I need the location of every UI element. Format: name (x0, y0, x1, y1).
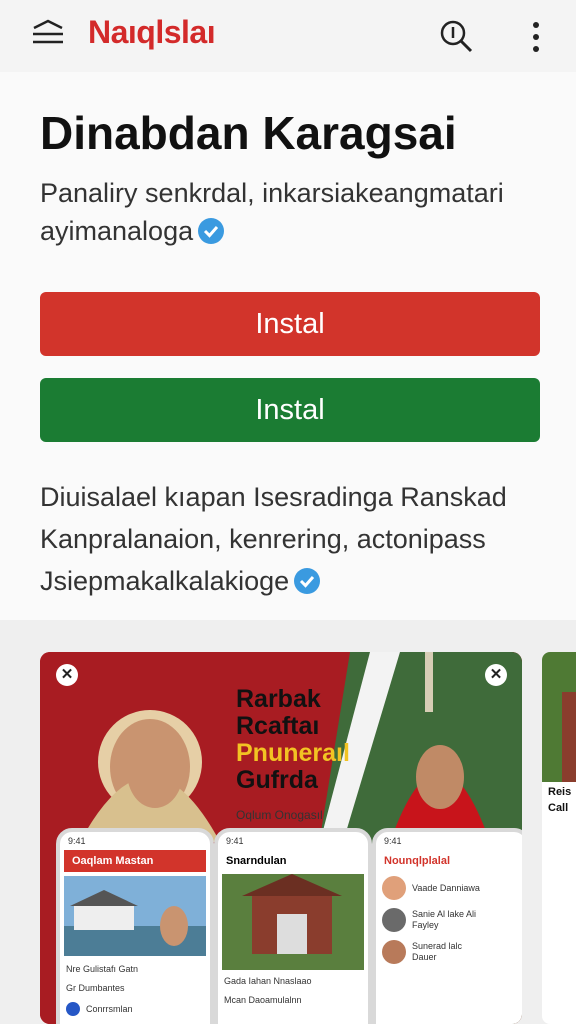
phone-status-time: 9:41 (384, 836, 402, 846)
caption: Mcan Daoamulalnn (224, 995, 302, 1005)
avatar (66, 1002, 80, 1016)
install-button-secondary[interactable]: Instal (40, 378, 540, 442)
subtitle-line-1: Panaliry senkrdal, inkarsiakeangmatari (40, 178, 504, 208)
phone-mockup-1: 9:41 Oaqlam Mastan Nre Gulistafı Gatn Gr… (56, 828, 214, 1024)
verified-badge-icon (198, 218, 225, 244)
row-label: Conrrsmlan (86, 1003, 133, 1014)
top-app-bar: Naıqlslaı (0, 0, 576, 72)
phone-status-time: 9:41 (68, 836, 86, 846)
caption: Nre Gulistafı Gatn (66, 964, 139, 974)
caption: Gr Dumbantes (66, 983, 125, 993)
close-icon[interactable]: ✕ (56, 664, 78, 686)
description-line-2: Kanpralanaion, kenrering, actonipass (40, 524, 486, 554)
house-photo (222, 874, 364, 970)
avatar (382, 876, 406, 900)
search-icon[interactable] (438, 18, 474, 54)
subtitle-line-2: ayimanaloga (40, 212, 550, 250)
list-item: Vaade Danniawa (376, 872, 522, 904)
promo-line-1: Rarbak (236, 685, 321, 713)
phone-header: Snarndulan (226, 855, 287, 867)
list-item: Gada Iahan Nnaslaao (218, 972, 368, 991)
row-label: Sunerad lalc (412, 941, 463, 951)
promo-line-3: Pnuneraıl (236, 739, 350, 767)
promo-line-4: Gufrda (236, 766, 318, 794)
list-item: Conrrsmlan (60, 998, 210, 1020)
install-button-primary[interactable]: Instal (40, 292, 540, 356)
row-sublabel: Dauer (412, 952, 437, 962)
verified-badge-icon (294, 568, 321, 594)
row-label: Sanie Al lake Ali (412, 909, 477, 919)
list-item: Gr Dumbantes (60, 979, 210, 998)
avatar (382, 908, 406, 932)
description-line-1: Diuisalael kıapan Isesradinga Ranskad (40, 482, 507, 512)
phone-header: Nounqlplalal (384, 855, 450, 867)
description-line-3-text: Jsiepmakalkalakioge (40, 566, 290, 596)
promo-line-2: Rcaftaı (236, 712, 320, 740)
list-item: Mcan Daoamulalnn (218, 991, 368, 1010)
app-subtitle: Panaliry senkrdal, inkarsiakeangmatari a… (40, 174, 550, 250)
app-description: Diuisalael kıapan Isesradinga Ranskad Ka… (40, 476, 560, 602)
list-item: Sunerad lalc Dauer (376, 936, 522, 968)
screenshot-card-1[interactable]: ✕ ✕ Rarbak Rcaftaı Pnuneraıl Gufrda Oqlu… (40, 652, 522, 1024)
phone-status-time: 9:41 (226, 836, 244, 846)
list-item: Sanie Al lake Ali Fayley (376, 904, 522, 936)
phone-mockup-3: 9:41 Nounqlplalal Vaade Danniawa Sanie A… (372, 828, 522, 1024)
menu-icon[interactable] (30, 18, 66, 50)
phone-header: Oaqlam Mastan (64, 850, 206, 872)
phone-mockup-2: 9:41 Snarndulan Gada Iahan Nnaslaao Mcan… (214, 828, 372, 1024)
screenshot-card-2[interactable]: Reis Call (542, 652, 576, 1024)
foliage-photo (542, 652, 576, 782)
house-photo (64, 876, 206, 956)
caption: Gada Iahan Nnaslaao (224, 976, 312, 986)
more-vertical-icon[interactable] (528, 20, 544, 54)
subtitle-line-2-text: ayimanaloga (40, 216, 194, 246)
card-label: Reis (548, 786, 572, 798)
card-label: Call (548, 802, 569, 814)
promo-text: Rarbak Rcaftaı Pnuneraıl Gufrda Oqlum On… (236, 686, 350, 829)
avatar (382, 940, 406, 964)
row-label: Vaade Danniawa (412, 882, 480, 893)
brand-logo: Naıqlslaı (88, 14, 216, 50)
app-title: Dinabdan Karagsai (40, 107, 457, 159)
list-item: Nre Gulistafı Gatn (60, 960, 210, 979)
description-line-3: Jsiepmakalkalakioge (40, 560, 560, 602)
promo-tagline: Oqlum Onogasıl (236, 808, 323, 822)
row-sublabel: Fayley (412, 920, 439, 930)
close-icon[interactable]: ✕ (485, 664, 507, 686)
